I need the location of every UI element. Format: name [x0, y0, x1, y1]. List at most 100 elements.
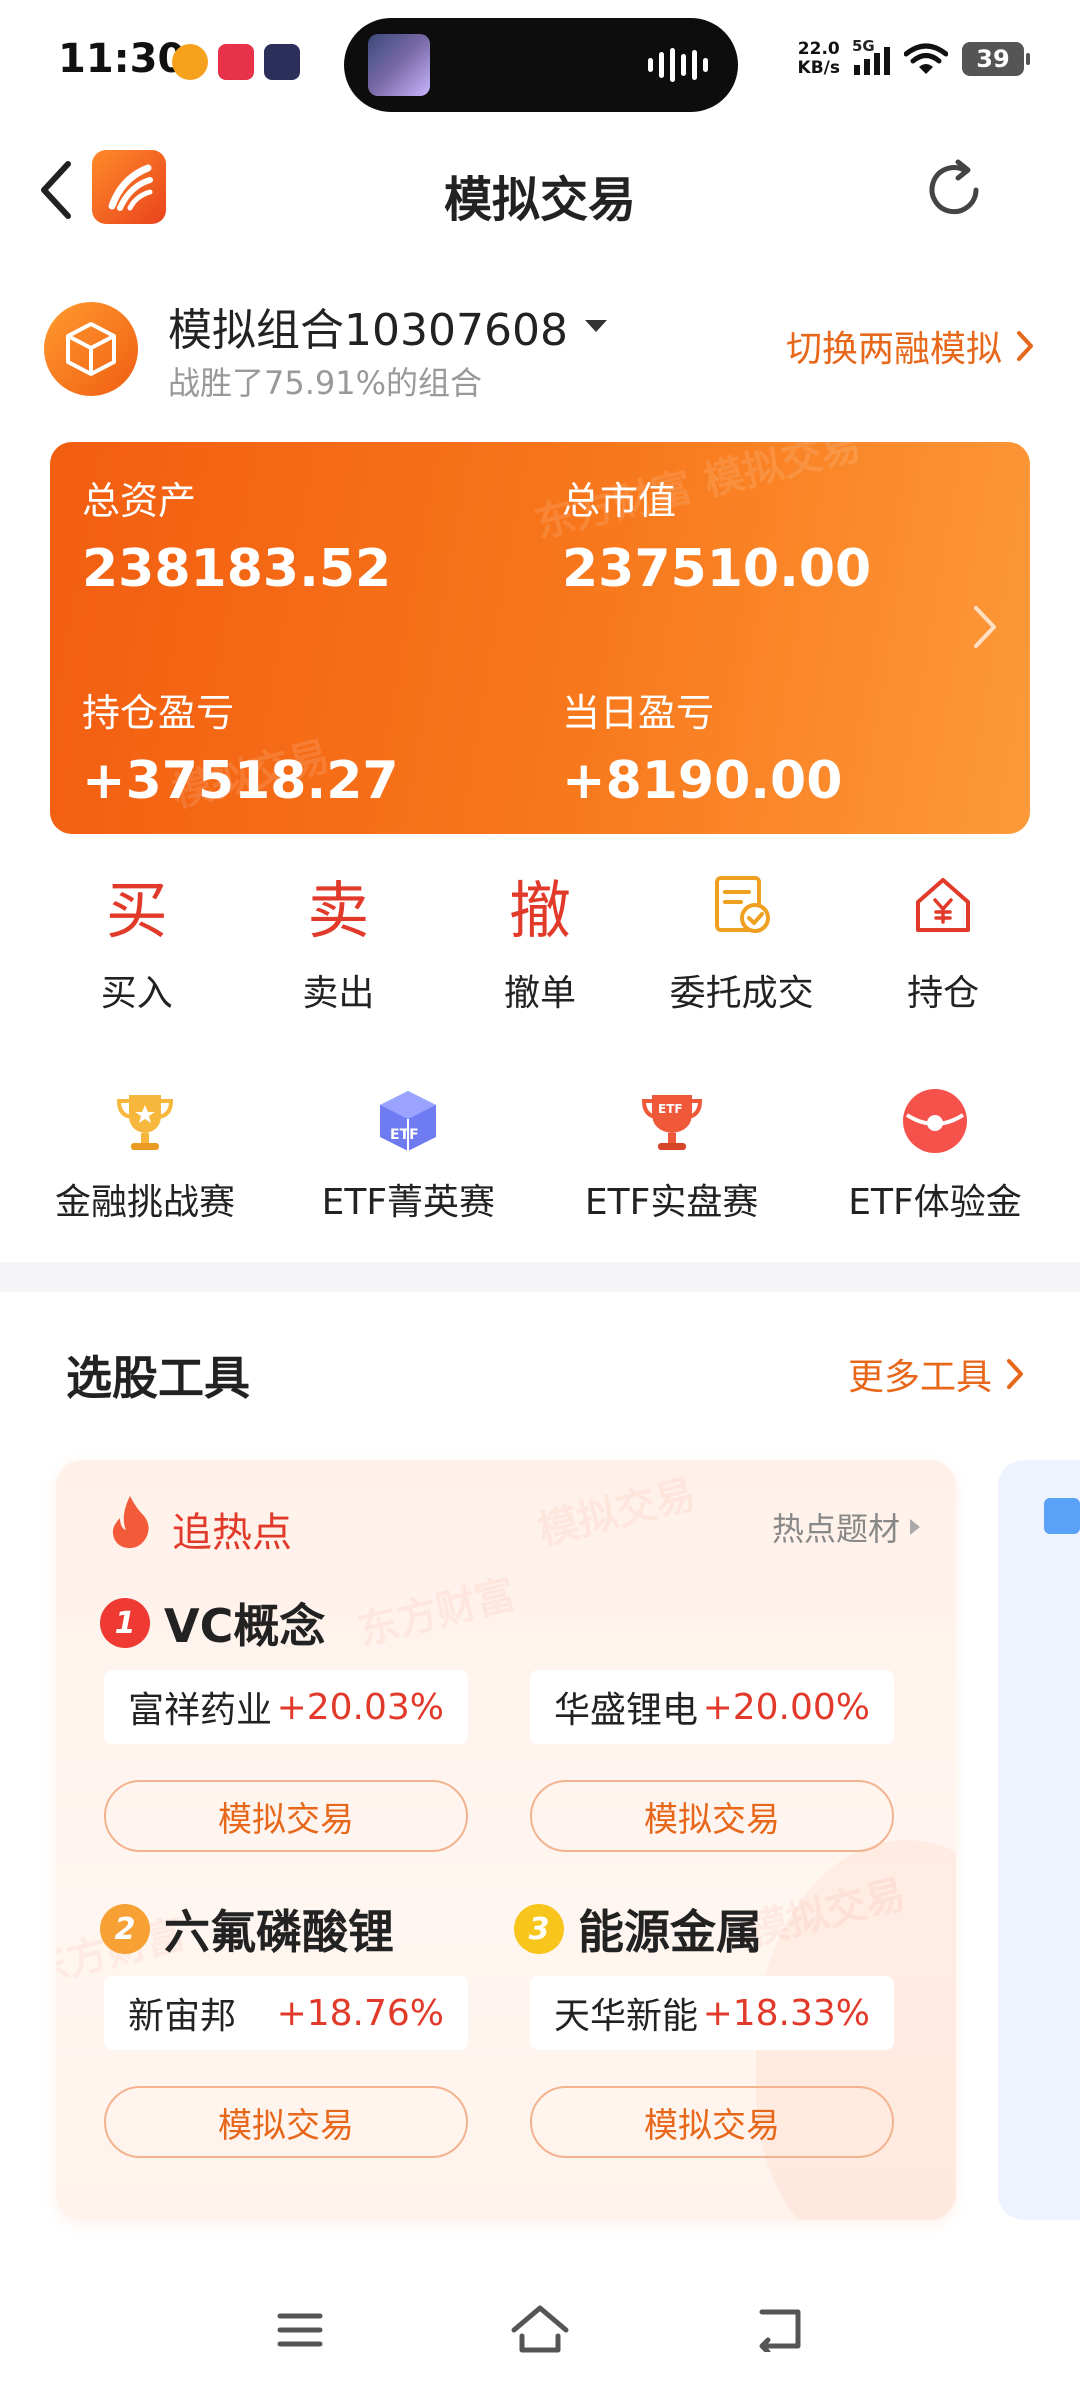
menu-icon[interactable] [276, 2310, 324, 2350]
finance-challenge-entry[interactable]: 金融挑战赛 [20, 1085, 270, 1235]
orders-button[interactable]: 委托成交 [657, 860, 827, 1030]
portfolio-avatar [44, 302, 138, 396]
holdings-button[interactable]: 持仓 [858, 860, 1028, 1030]
chevron-right-icon [1017, 331, 1033, 361]
hot-stock-item[interactable]: 天华新能 +18.33% [530, 1976, 894, 2050]
next-tool-card[interactable] [998, 1460, 1080, 2220]
etf-elite-label: ETF菁英赛 [321, 1182, 496, 1223]
cube-icon [66, 322, 116, 376]
holdings-house-icon [910, 860, 976, 950]
app-header: 模拟交易 [0, 130, 1080, 250]
system-navigation-bar [0, 2260, 1080, 2392]
more-tools-link[interactable]: 更多工具 [848, 1348, 1024, 1400]
network-type: 5G [852, 37, 875, 55]
battery-icon: 39 [962, 42, 1030, 76]
network-speed-value: 22.0 [797, 39, 840, 59]
total-assets: 总资产 238183.52 [82, 470, 391, 599]
finance-challenge-label: 金融挑战赛 [54, 1182, 235, 1223]
rank-badge: 2 [100, 1904, 150, 1954]
sell-button[interactable]: 卖 卖出 [253, 860, 423, 1030]
network-speed-unit: KB/s [797, 58, 840, 78]
stock-name: 华盛锂电 [554, 1690, 699, 1731]
stock-change: +20.03% [276, 1686, 444, 1728]
simulate-trade-button[interactable]: 模拟交易 [530, 1780, 894, 1852]
sell-label: 卖出 [302, 973, 375, 1014]
hot-stock-item[interactable]: 富祥药业 +20.03% [104, 1670, 468, 1744]
category-name: 能源金属 [578, 1905, 762, 1959]
section-divider [0, 1262, 1080, 1292]
notification-app-icon [264, 44, 300, 80]
stock-change: +18.76% [276, 1992, 444, 2034]
category-name: VC概念 [164, 1599, 326, 1653]
hot-category[interactable]: 2 六氟磷酸锂 [100, 1896, 394, 1962]
switch-margin-label: 切换两融模拟 [785, 329, 1002, 370]
chevron-right-icon [974, 606, 996, 648]
switch-margin-simulation-link[interactable]: 切换两融模拟 [786, 320, 1034, 372]
etf-elite-entry[interactable]: ETF ETF菁英赛 [283, 1085, 533, 1235]
stock-name: 天华新能 [554, 1996, 699, 2037]
holdings-label: 持仓 [907, 973, 980, 1014]
position-pl: 持仓盈亏 +37518.27 [82, 682, 399, 811]
hot-topics-card: 模拟交易 东方财富 东方财富 模拟交易 追热点 热点题材 1 VC概念 富祥药业… [56, 1460, 956, 2220]
orders-label: 委托成交 [669, 973, 814, 1014]
category-name: 六氟磷酸锂 [164, 1905, 394, 1959]
rank-badge: 1 [100, 1598, 150, 1648]
etf-trophy-icon: ETF [641, 1095, 702, 1150]
simulate-trade-button[interactable]: 模拟交易 [104, 1780, 468, 1852]
status-time: 11:30 [58, 36, 186, 82]
etf-live-label: ETF实盘赛 [584, 1182, 759, 1223]
daily-pl: 当日盈亏 +8190.00 [562, 682, 842, 811]
etf-live-entry[interactable]: ETF ETF实盘赛 [547, 1085, 797, 1235]
total-assets-value: 238183.52 [82, 539, 392, 599]
svg-text:ETF: ETF [658, 1102, 683, 1116]
buy-button[interactable]: 买 买入 [52, 860, 222, 1030]
simulate-trade-button[interactable]: 模拟交易 [530, 2086, 894, 2158]
daily-pl-value: +8190.00 [562, 751, 843, 811]
cancel-order-label: 撤单 [503, 973, 576, 1014]
competition-entries: 金融挑战赛 ETF ETF菁英赛 ETF ETF实盘赛 ETF体验金 [0, 1085, 1080, 1235]
portfolio-rank: 战胜了75.91%的组合 [168, 364, 483, 402]
stock-tools-header: 选股工具 更多工具 [0, 1330, 1080, 1410]
hot-topics-link[interactable]: 热点题材 [772, 1504, 920, 1550]
status-indicators: 22.0 KB/s 5G 39 [797, 37, 1030, 78]
flame-icon [112, 1496, 149, 1548]
stock-tools-title: 选股工具 [66, 1351, 250, 1405]
wifi-icon [904, 43, 948, 74]
watermark: 模拟交易 [533, 1471, 701, 1555]
red-packet-icon [902, 1089, 967, 1153]
svg-text:ETF: ETF [390, 1127, 419, 1143]
etf-trial-fund-entry[interactable]: ETF体验金 [810, 1085, 1060, 1235]
home-icon[interactable] [508, 2300, 572, 2356]
refresh-icon[interactable] [918, 154, 990, 226]
trophy-icon [116, 1095, 174, 1150]
asset-summary-card[interactable]: 东方财富 模拟交易 模拟交易 总资产 238183.52 总市值 237510.… [50, 442, 1030, 834]
stock-change: +18.33% [702, 1992, 870, 2034]
etf-cube-icon: ETF [380, 1091, 437, 1151]
market-value-label: 总市值 [562, 479, 677, 523]
position-pl-label: 持仓盈亏 [82, 691, 235, 735]
chevron-right-icon [1007, 1359, 1023, 1389]
dynamic-island-media[interactable] [344, 18, 738, 112]
watermark: 东方财富 [353, 1571, 521, 1655]
portfolio-name[interactable]: 模拟组合10307608 [168, 294, 568, 358]
back-nav-icon[interactable] [754, 2304, 806, 2352]
market-value: 总市值 237510.00 [562, 470, 871, 599]
hot-stock-item[interactable]: 新宙邦 +18.76% [104, 1976, 468, 2050]
order-document-icon [709, 860, 775, 950]
notification-app-icon [218, 44, 254, 80]
sell-icon: 卖 [307, 874, 370, 947]
cancel-order-button[interactable]: 撤 撤单 [455, 860, 625, 1030]
portfolio-selector: 模拟组合10307608 战胜了75.91%的组合 切换两融模拟 [0, 280, 1080, 420]
total-assets-label: 总资产 [82, 479, 197, 523]
notification-app-icon [172, 44, 208, 80]
hot-category[interactable]: 3 能源金属 [514, 1896, 762, 1962]
stock-name: 新宙邦 [128, 1996, 237, 2037]
simulate-trade-button[interactable]: 模拟交易 [104, 2086, 468, 2158]
hot-stock-item[interactable]: 华盛锂电 +20.00% [530, 1670, 894, 1744]
dropdown-caret-icon[interactable] [585, 320, 607, 332]
hot-category[interactable]: 1 VC概念 [100, 1590, 325, 1656]
rank-badge: 3 [514, 1904, 564, 1954]
market-value-value: 237510.00 [562, 539, 872, 599]
trade-actions: 买 买入 卖 卖出 撤 撤单 委托成交 持仓 [0, 860, 1080, 1030]
stock-name: 富祥药业 [128, 1690, 273, 1731]
